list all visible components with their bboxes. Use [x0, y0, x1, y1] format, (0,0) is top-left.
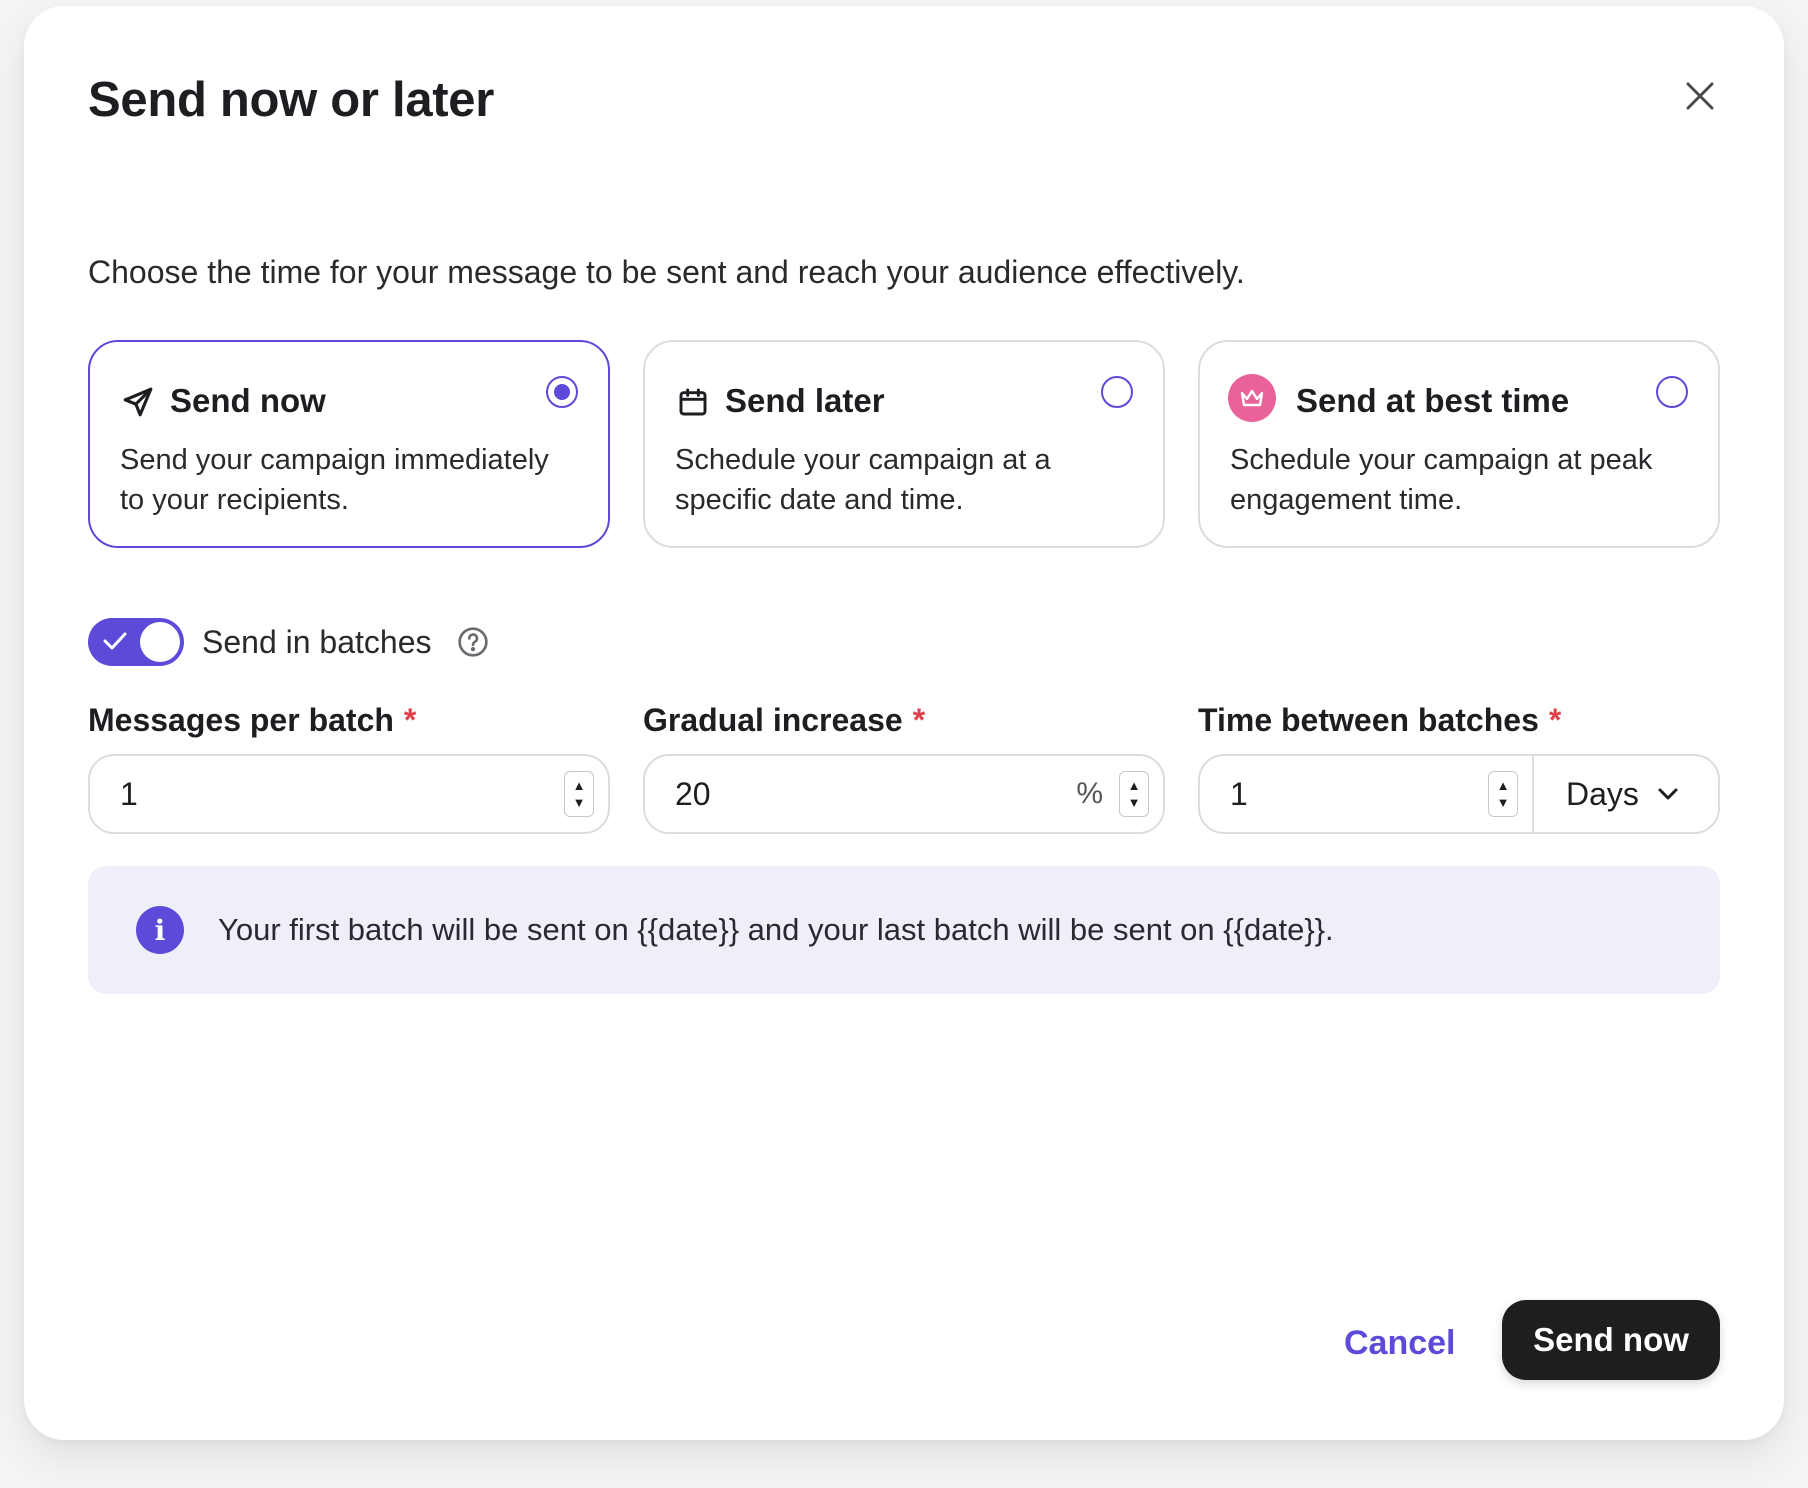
time-between-batches-label: Time between batches *	[1198, 702, 1561, 739]
info-message: Your first batch will be sent on {{date}…	[218, 912, 1334, 947]
percent-suffix: %	[1076, 777, 1103, 810]
option-title: Send later	[725, 382, 885, 419]
stepper-down-icon[interactable]: ▼	[1128, 794, 1141, 811]
number-stepper[interactable]: ▲ ▼	[1119, 771, 1149, 817]
send-dialog: Send now or later Choose the time for yo…	[24, 6, 1784, 1440]
info-banner: i Your first batch will be sent on {{dat…	[88, 866, 1720, 994]
stepper-up-icon[interactable]: ▲	[1497, 777, 1510, 794]
option-description: Send your campaign immediately to your r…	[120, 444, 549, 516]
messages-per-batch-label: Messages per batch *	[88, 702, 416, 739]
option-send-best-time[interactable]: Send at best time Schedule your campaign…	[1198, 340, 1720, 548]
time-between-batches-input[interactable]: 1 ▲ ▼ Days	[1198, 754, 1720, 834]
radio-button[interactable]	[1101, 376, 1133, 408]
required-mark: *	[912, 702, 926, 738]
send-in-batches-label: Send in batches	[202, 623, 432, 660]
send-in-batches-toggle[interactable]	[88, 618, 184, 666]
stepper-down-icon[interactable]: ▼	[1497, 794, 1510, 811]
radio-button[interactable]	[546, 376, 578, 408]
option-title: Send at best time	[1296, 382, 1570, 419]
calendar-icon	[675, 384, 711, 420]
send-icon	[120, 384, 156, 420]
gradual-increase-label: Gradual increase *	[643, 702, 925, 739]
time-unit-select[interactable]: Days	[1532, 756, 1718, 832]
chevron-down-icon	[1658, 788, 1678, 800]
info-icon: i	[136, 906, 184, 954]
option-title: Send now	[170, 382, 326, 419]
option-send-now[interactable]: Send now Send your campaign immediately …	[88, 340, 610, 548]
input-value[interactable]: 1	[120, 776, 564, 813]
gradual-increase-input[interactable]: 20 % ▲ ▼	[643, 754, 1165, 834]
help-icon[interactable]	[456, 625, 490, 659]
send-now-button[interactable]: Send now	[1502, 1300, 1720, 1380]
input-value[interactable]: 1	[1230, 776, 1488, 813]
close-button[interactable]	[1674, 70, 1726, 122]
dialog-title: Send now or later	[88, 73, 495, 127]
option-send-later[interactable]: Send later Schedule your campaign at a s…	[643, 340, 1165, 548]
number-stepper[interactable]: ▲ ▼	[564, 771, 594, 817]
option-description: Schedule your campaign at peak engagemen…	[1230, 444, 1653, 516]
required-mark: *	[1548, 702, 1562, 738]
label-text: Messages per batch	[88, 702, 394, 738]
label-text: Gradual increase	[643, 702, 903, 738]
required-mark: *	[403, 702, 417, 738]
toggle-knob	[140, 622, 180, 662]
batches-row: Send in batches	[88, 618, 490, 666]
stepper-up-icon[interactable]: ▲	[1128, 777, 1141, 794]
checkmark-icon	[103, 632, 127, 650]
number-stepper[interactable]: ▲ ▼	[1488, 771, 1518, 817]
option-description: Schedule your campaign at a specific dat…	[675, 444, 1051, 516]
send-options: Send now Send your campaign immediately …	[88, 340, 1720, 548]
cancel-button[interactable]: Cancel	[1344, 1324, 1456, 1363]
stepper-up-icon[interactable]: ▲	[573, 777, 586, 794]
dialog-description: Choose the time for your message to be s…	[88, 254, 1245, 290]
stepper-down-icon[interactable]: ▼	[573, 794, 586, 811]
label-text: Time between batches	[1198, 702, 1539, 738]
crown-icon	[1228, 374, 1276, 422]
time-unit-value: Days	[1566, 775, 1639, 812]
radio-button[interactable]	[1656, 376, 1688, 408]
messages-per-batch-input[interactable]: 1 ▲ ▼	[88, 754, 610, 834]
close-icon	[1686, 82, 1714, 110]
input-value[interactable]: 20	[675, 776, 1076, 813]
